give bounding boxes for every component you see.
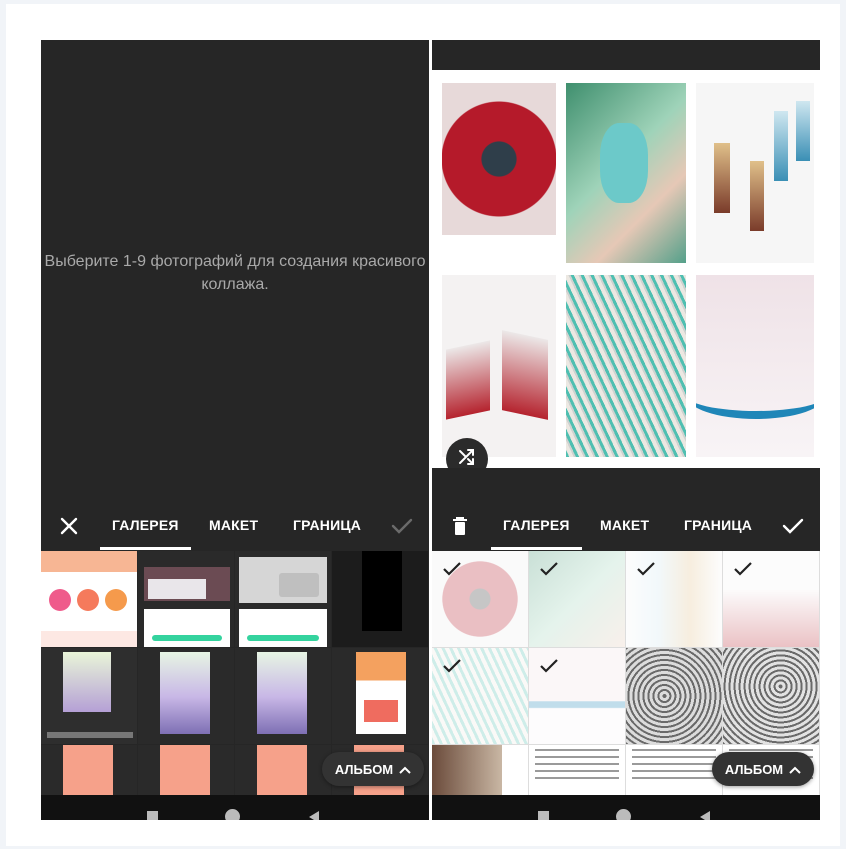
recents-icon[interactable]	[538, 811, 549, 820]
album-button-label: АЛЬБОМ	[724, 761, 784, 777]
gallery-thumbnail[interactable]	[626, 648, 722, 744]
tab-border[interactable]: ГРАНИЦА	[684, 517, 752, 533]
check-icon[interactable]	[779, 512, 807, 540]
top-bar	[432, 40, 820, 70]
collage-photo[interactable]	[442, 83, 556, 235]
check-icon	[540, 659, 558, 673]
gallery-thumbnail-selected[interactable]	[723, 551, 819, 647]
album-button[interactable]: АЛЬБОМ	[322, 752, 424, 786]
gallery-thumbnail[interactable]	[332, 551, 428, 647]
recents-icon[interactable]	[147, 811, 158, 820]
collage-photo[interactable]	[442, 275, 556, 457]
check-icon[interactable]	[388, 512, 416, 540]
check-icon	[540, 562, 558, 576]
back-icon[interactable]	[309, 811, 319, 820]
album-button-label: АЛЬБОМ	[334, 761, 394, 777]
collage-photo[interactable]	[566, 83, 686, 263]
gallery-thumbnail[interactable]	[529, 745, 625, 795]
gallery-thumbnail[interactable]	[41, 648, 137, 744]
gallery-thumbnail-selected[interactable]	[432, 648, 528, 744]
collage-photo[interactable]	[696, 275, 814, 457]
gallery-thumbnail[interactable]	[626, 745, 722, 795]
gallery-thumbnail[interactable]	[138, 551, 234, 647]
dark-divider	[432, 468, 820, 501]
right-toolbar: ГАЛЕРЕЯ МАКЕТ ГРАНИЦА	[432, 501, 820, 551]
gallery-thumbnail[interactable]	[235, 648, 331, 744]
check-icon	[637, 562, 655, 576]
gallery-thumbnail-selected[interactable]	[529, 648, 625, 744]
tab-layout[interactable]: МАКЕТ	[600, 517, 649, 533]
gallery-thumbnail[interactable]	[332, 648, 428, 744]
gallery-thumbnail-selected[interactable]	[529, 551, 625, 647]
back-icon[interactable]	[700, 811, 710, 820]
left-phone-screen: Выберите 1-9 фотографий для создания кра…	[41, 40, 429, 820]
collage-photo[interactable]	[696, 83, 814, 263]
tab-layout[interactable]: МАКЕТ	[209, 517, 258, 533]
check-icon	[443, 562, 461, 576]
home-icon[interactable]	[225, 809, 240, 820]
gallery-thumbnail[interactable]	[41, 551, 137, 647]
collage-preview	[432, 70, 820, 468]
check-icon	[443, 659, 461, 673]
system-nav-bar	[41, 795, 429, 820]
chevron-up-icon	[789, 762, 801, 777]
check-icon	[734, 562, 752, 576]
left-toolbar: ГАЛЕРЕЯ МАКЕТ ГРАНИЦА	[41, 501, 429, 551]
close-icon[interactable]	[55, 512, 83, 540]
chevron-up-icon	[399, 762, 411, 777]
tab-border[interactable]: ГРАНИЦА	[293, 517, 361, 533]
gallery-thumbnail[interactable]	[138, 648, 234, 744]
gallery-thumbnail[interactable]	[41, 745, 137, 795]
right-phone-screen: ГАЛЕРЕЯ МАКЕТ ГРАНИЦА АЛЬБОМ	[432, 40, 820, 820]
gallery-thumbnail[interactable]	[235, 551, 331, 647]
empty-collage-message: Выберите 1-9 фотографий для создания кра…	[44, 253, 426, 293]
gallery-thumbnail[interactable]	[723, 648, 819, 744]
collage-photo[interactable]	[566, 275, 686, 457]
tab-gallery[interactable]: ГАЛЕРЕЯ	[100, 517, 191, 550]
gallery-thumbnail[interactable]	[235, 745, 331, 795]
gallery-thumbnail-selected[interactable]	[626, 551, 722, 647]
trash-icon[interactable]	[446, 512, 474, 540]
system-nav-bar	[432, 795, 820, 820]
album-button[interactable]: АЛЬБОМ	[712, 752, 814, 786]
gallery-thumbnail-selected[interactable]	[432, 551, 528, 647]
home-icon[interactable]	[616, 809, 631, 820]
gallery-thumbnail[interactable]	[138, 745, 234, 795]
gallery-thumbnail[interactable]	[432, 745, 528, 795]
tab-gallery[interactable]: ГАЛЕРЕЯ	[491, 517, 582, 550]
